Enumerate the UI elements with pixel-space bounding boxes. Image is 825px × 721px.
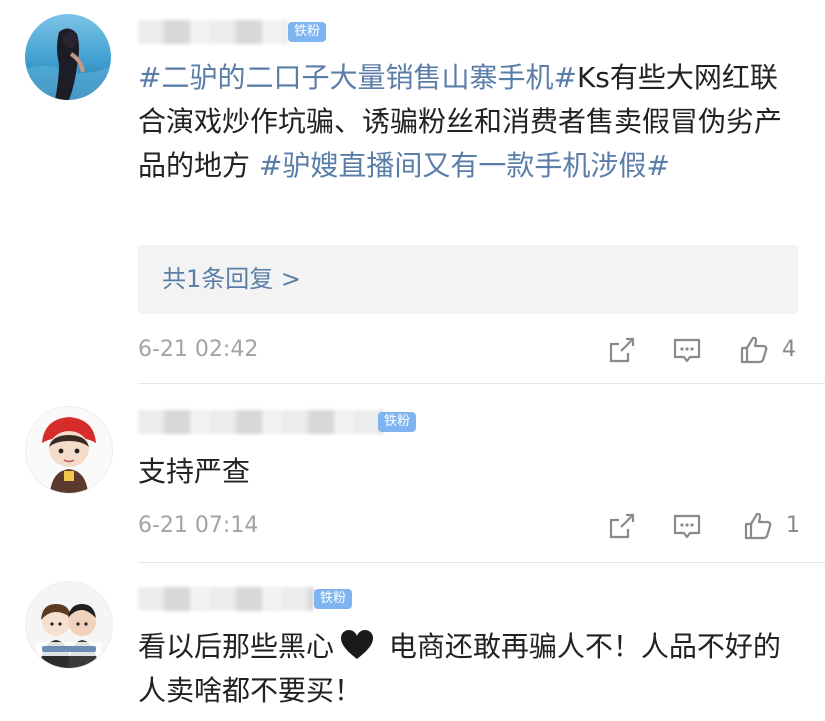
comment-text: #二驴的二口子大量销售山寨手机#Ks有些大网红联合演戏炒作坑骗、诱骗粉丝和消费者… bbox=[138, 56, 791, 188]
view-replies-link[interactable]: 共1条回复 > bbox=[162, 245, 301, 314]
share-icon[interactable] bbox=[606, 334, 638, 366]
share-icon[interactable] bbox=[606, 510, 638, 542]
hashtag-link[interactable]: #驴嫂直播间又有一款手机涉假# bbox=[259, 149, 670, 182]
thumbs-up-icon[interactable] bbox=[742, 510, 774, 542]
fan-badge: 铁粉 bbox=[288, 22, 327, 42]
comment-body: 看以后那些黑心 bbox=[138, 630, 335, 663]
like-count: 1 bbox=[786, 513, 800, 538]
username-blurred[interactable] bbox=[138, 587, 314, 611]
timestamp: 6-21 02:42 bbox=[138, 337, 259, 362]
timestamp: 6-21 07:14 bbox=[138, 513, 259, 538]
avatar[interactable] bbox=[25, 406, 113, 494]
comment-item: 铁粉 支持严查 6-21 07:14 1 bbox=[0, 384, 825, 562]
fan-badge: 铁粉 bbox=[378, 412, 417, 432]
avatar[interactable] bbox=[25, 581, 113, 669]
fan-badge: 铁粉 bbox=[314, 589, 353, 609]
thumbs-up-icon[interactable] bbox=[738, 334, 770, 366]
comment-text: 支持严查 bbox=[138, 455, 251, 488]
comment-meta: 6-21 02:42 4 bbox=[138, 332, 800, 368]
comment-item: 铁粉 看以后那些黑心 电商还敢再骗人不！人品不好的人卖啥都不要买！ bbox=[0, 563, 825, 721]
hashtag-link[interactable]: #二驴的二口子大量销售山寨手机# bbox=[138, 61, 577, 94]
comment-text: 看以后那些黑心 电商还敢再骗人不！人品不好的人卖啥都不要买！ bbox=[138, 625, 791, 713]
like-count: 4 bbox=[782, 337, 796, 362]
username-blurred[interactable] bbox=[138, 410, 384, 434]
black-heart-icon bbox=[341, 630, 374, 659]
comment-icon[interactable] bbox=[671, 334, 703, 366]
comment-icon[interactable] bbox=[671, 510, 703, 542]
reply-box[interactable]: 共1条回复 > bbox=[138, 245, 798, 314]
username-blurred[interactable] bbox=[138, 20, 288, 44]
comment-item: 铁粉 #二驴的二口子大量销售山寨手机#Ks有些大网红联合演戏炒作坑骗、诱骗粉丝和… bbox=[0, 0, 825, 383]
avatar[interactable] bbox=[25, 14, 111, 100]
comment-meta: 6-21 07:14 1 bbox=[138, 508, 800, 544]
